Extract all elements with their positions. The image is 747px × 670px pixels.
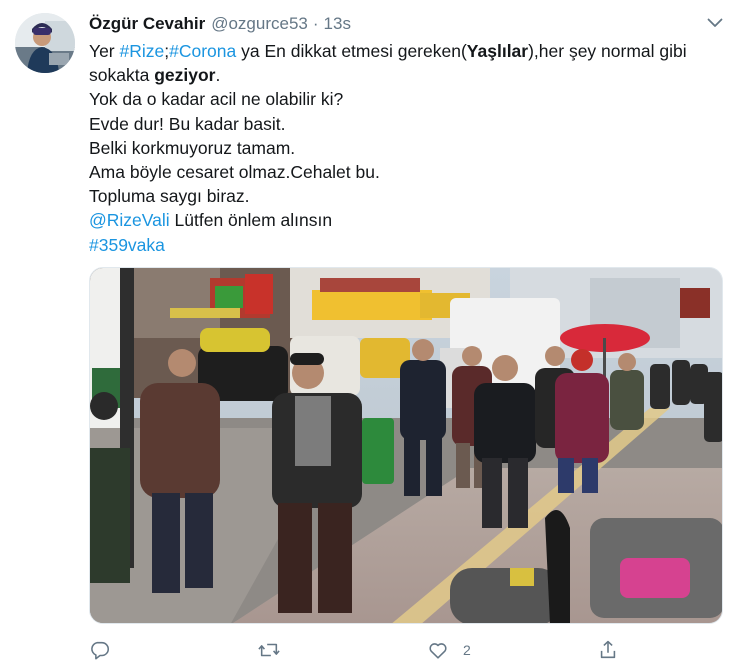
text-segment: ya En dikkat etmesi gereken(	[236, 41, 467, 61]
avatar-image	[15, 13, 75, 73]
hashtag-rize[interactable]: #Rize	[120, 41, 165, 61]
hashtag-corona[interactable]: #Corona	[169, 41, 236, 61]
retweet-button[interactable]	[257, 638, 295, 662]
timestamp[interactable]: 13s	[324, 14, 351, 34]
tweet-line-7: Topluma saygı biraz.	[89, 186, 250, 207]
reply-icon	[91, 641, 110, 660]
user-handle[interactable]: @ozgurce53	[211, 14, 308, 34]
tweet-text: Yer #Rize;#Corona ya En dikkat etmesi ge…	[89, 39, 729, 257]
tweet-header: Özgür Cevahir @ozgurce53 · 13s	[89, 12, 351, 36]
bold-text: Yaşlılar	[466, 41, 529, 61]
avatar[interactable]	[15, 13, 75, 73]
street-photo	[90, 268, 722, 623]
text-segment: .	[215, 65, 221, 86]
tweet-line-2: sokakta geziyor.	[89, 63, 729, 87]
tweet-line-9: #359vaka	[89, 233, 729, 257]
tweet-line-4: Evde dur! Bu kadar basit.	[89, 113, 286, 134]
text-segment: sokakta	[89, 65, 155, 86]
hashtag-359vaka[interactable]: #359vaka	[89, 235, 165, 255]
tweet-line-6: Ama böyle cesaret olmaz.Cehalet bu.	[89, 162, 380, 183]
bold-text: geziyor	[154, 65, 216, 86]
retweet-icon	[258, 643, 280, 657]
mention-rizevali[interactable]: @RizeVali	[89, 210, 170, 230]
text-segment: Yer	[89, 41, 120, 61]
display-name[interactable]: Özgür Cevahir	[89, 14, 205, 34]
tweet[interactable]: Özgür Cevahir @ozgurce53 · 13s Yer #Rize…	[0, 0, 747, 670]
separator-dot: ·	[312, 14, 319, 33]
tweet-line-1: Yer #Rize;#Corona ya En dikkat etmesi ge…	[89, 39, 729, 63]
tweet-line-5: Belki korkmuyoruz tamam.	[89, 137, 296, 158]
text-segment: ),her şey normal gibi	[528, 41, 687, 61]
tweet-line-8: @RizeVali Lütfen önlem alınsın	[89, 208, 729, 232]
like-count: 2	[463, 642, 471, 658]
tweet-line-3: Yok da o kadar acil ne olabilir ki?	[89, 89, 344, 110]
tweet-actions: 2	[89, 638, 649, 662]
like-button[interactable]: 2	[427, 638, 471, 662]
share-icon	[600, 640, 616, 659]
share-button[interactable]	[597, 638, 619, 662]
tweet-photo[interactable]	[89, 267, 723, 624]
heart-icon	[429, 643, 447, 659]
tweet-menu-button[interactable]	[704, 12, 726, 34]
text-segment: Lütfen önlem alınsın	[169, 210, 333, 231]
chevron-down-icon	[707, 18, 723, 27]
reply-button[interactable]	[89, 638, 125, 662]
